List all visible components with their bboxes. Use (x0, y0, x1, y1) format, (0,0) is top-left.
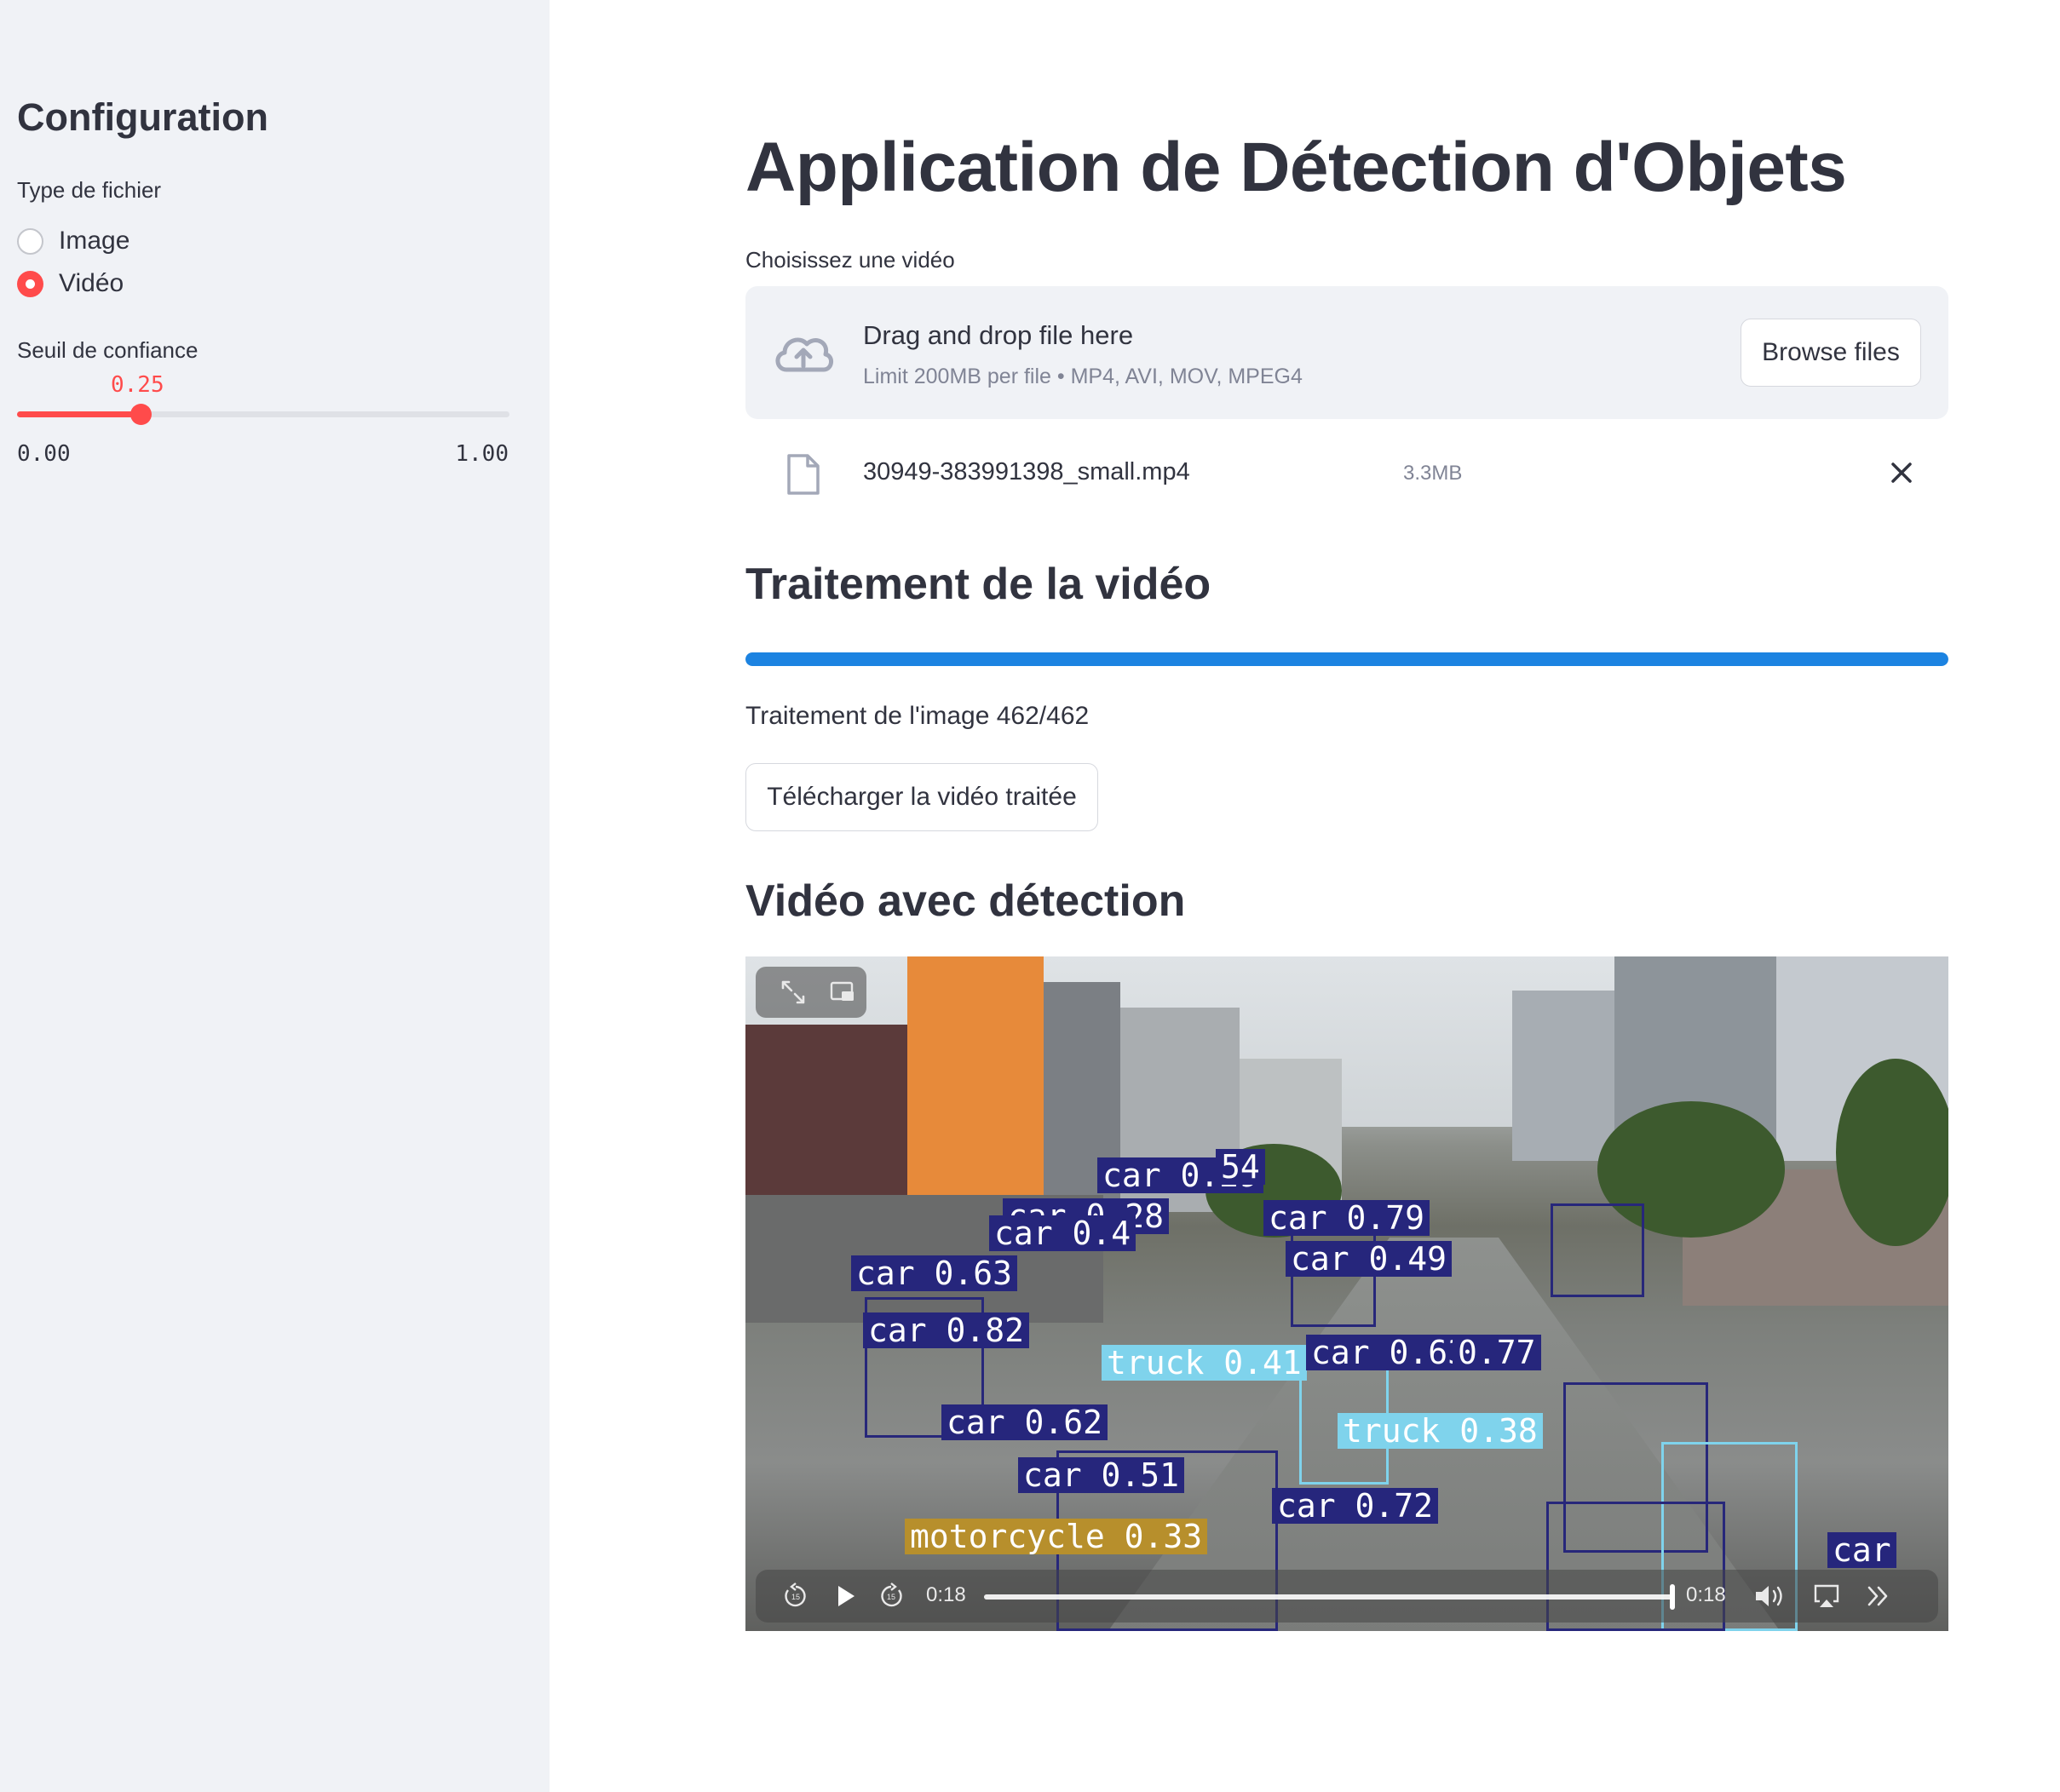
detection-label: truck 0.41 (1102, 1345, 1307, 1381)
file-dropzone[interactable]: Drag and drop file here Limit 200MB per … (745, 286, 1948, 419)
file-name: 30949-383991398_small.mp4 (863, 458, 1190, 485)
detection-label: car 0.51 (1018, 1457, 1185, 1493)
airplay-icon[interactable] (1812, 1582, 1841, 1611)
detection-label: car (1827, 1532, 1896, 1568)
current-time: 0:18 (926, 1583, 966, 1606)
sidebar-title: Configuration (17, 95, 268, 139)
video-seek-bar[interactable] (984, 1584, 1675, 1610)
slider-fill (17, 411, 141, 417)
download-video-button[interactable]: Télécharger la vidéo traitée (745, 763, 1098, 831)
confidence-slider[interactable] (17, 404, 509, 425)
volume-icon[interactable] (1752, 1582, 1790, 1611)
video-top-controls (756, 967, 866, 1018)
progress-fill (745, 652, 1948, 666)
file-icon (787, 454, 820, 495)
video-control-bar: 15 15 0:18 0:18 (756, 1570, 1938, 1623)
detection-label: 0.77 (1453, 1335, 1541, 1370)
progress-status: Traitement de l'image 462/462 (745, 702, 1090, 730)
uploaded-file: 30949-383991398_small.mp4 3.3MB (745, 443, 1948, 504)
detection-label: car 0.82 (863, 1312, 1030, 1348)
radio-option-video[interactable]: Vidéo (17, 269, 124, 298)
detection-label: car 0.72 (1272, 1488, 1439, 1524)
radio-circle-video[interactable] (17, 270, 43, 297)
uploader-label: Choisissez une vidéo (745, 247, 955, 273)
slider-value: 0.25 (111, 372, 164, 398)
remove-file-icon[interactable] (1887, 458, 1916, 487)
picture-in-picture-icon[interactable] (829, 979, 856, 1006)
svg-text:15: 15 (791, 1593, 800, 1601)
more-options-icon[interactable] (1863, 1582, 1892, 1611)
play-icon[interactable] (831, 1582, 860, 1611)
processing-heading: Traitement de la vidéo (745, 560, 1211, 609)
fullscreen-icon[interactable] (780, 979, 807, 1006)
sidebar: Configuration Type de fichier Image Vidé… (0, 0, 550, 1792)
radio-label-video: Vidéo (59, 269, 124, 297)
radio-option-image[interactable]: Image (17, 227, 129, 256)
detection-box (1551, 1203, 1644, 1297)
file-type-label: Type de fichier (17, 177, 162, 203)
detection-label: car 0.62 (941, 1404, 1108, 1440)
detection-label: truck 0.38 (1338, 1413, 1543, 1449)
detection-label: 54 (1216, 1149, 1265, 1185)
confidence-slider-label: Seuil de confiance (17, 337, 199, 363)
duration: 0:18 (1686, 1583, 1726, 1606)
rewind-15-icon[interactable]: 15 (781, 1582, 810, 1611)
detection-label: car 0.63 (1306, 1335, 1473, 1370)
forward-15-icon[interactable]: 15 (877, 1582, 906, 1611)
limit-text: Limit 200MB per file • MP4, AVI, MOV, MP… (863, 365, 1303, 388)
video-building (1512, 991, 1614, 1161)
browse-files-button[interactable]: Browse files (1741, 319, 1921, 387)
video-billboard (745, 1025, 907, 1195)
slider-max: 1.00 (455, 441, 509, 467)
detection-label: car 0.4 (989, 1215, 1136, 1251)
slider-min: 0.00 (17, 441, 71, 467)
video-heading: Vidéo avec détection (745, 876, 1186, 926)
video-billboard (907, 956, 1044, 1195)
svg-text:15: 15 (887, 1593, 895, 1601)
radio-circle-image[interactable] (17, 227, 43, 255)
page-title: Application de Détection d'Objets (745, 129, 1847, 206)
cloud-upload-icon (775, 337, 833, 372)
detection-label: car 0.79 (1263, 1200, 1430, 1236)
seek-fill (984, 1594, 1672, 1600)
drop-text: Drag and drop file here (863, 320, 1134, 350)
slider-thumb[interactable] (129, 404, 152, 425)
file-size: 3.3MB (1403, 462, 1463, 485)
seek-knob[interactable] (1670, 1584, 1675, 1610)
video-player[interactable]: car 0.29 54 car 0.28 car 0.4 car 0.63 ca… (745, 956, 1948, 1631)
progress-bar (745, 652, 1948, 666)
video-tree (1836, 1059, 1948, 1246)
detection-label: motorcycle 0.33 (905, 1519, 1208, 1554)
detection-label: car 0.49 (1286, 1241, 1453, 1277)
detection-label: car 0.63 (851, 1255, 1018, 1291)
main-content: Application de Détection d'Objets Choisi… (550, 0, 2060, 1792)
radio-label-image: Image (59, 227, 130, 255)
